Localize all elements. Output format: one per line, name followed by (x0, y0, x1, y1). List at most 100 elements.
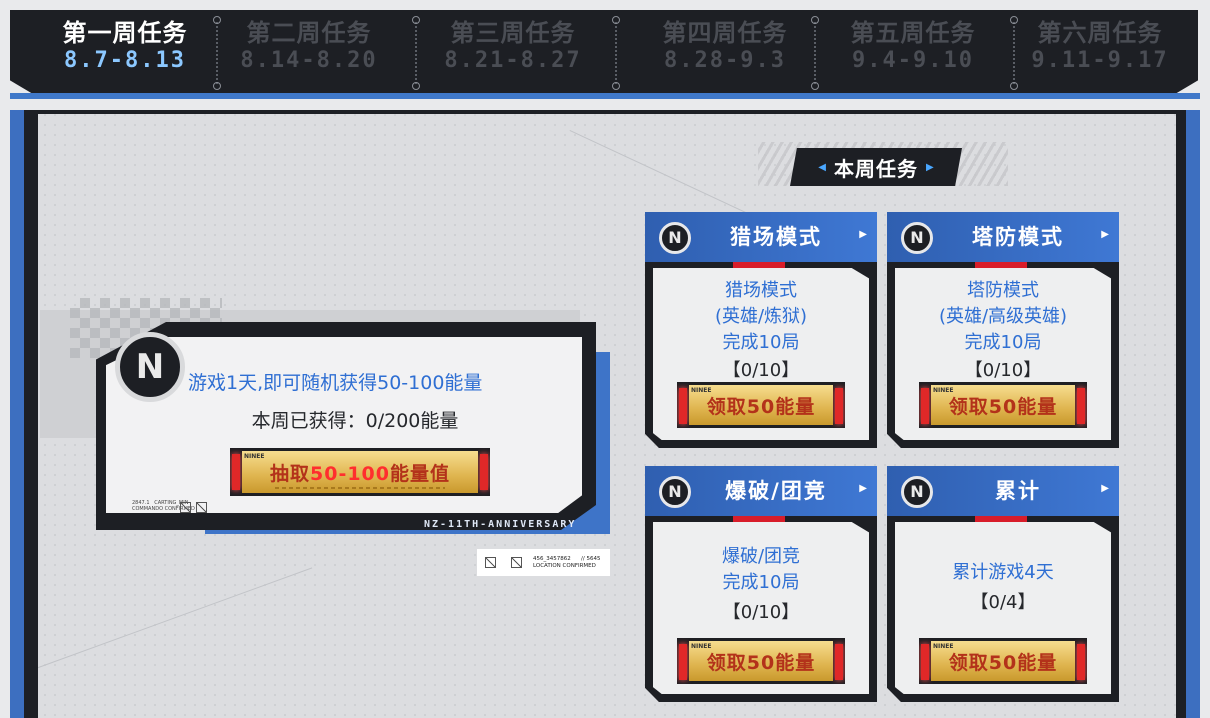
tab-divider (213, 16, 221, 90)
card-description: 猎场模式 (英雄/炼狱) 完成10局 (655, 278, 867, 356)
tab-title: 第一周任务 (62, 19, 188, 47)
right-arrow-icon: ▶ (926, 161, 934, 173)
button-brand-text: NINEE (933, 387, 954, 394)
location-code: 456_3457862 (533, 556, 571, 562)
button-red-light (1077, 644, 1085, 680)
play-arrow-icon[interactable]: ▶ (1101, 229, 1109, 240)
tab-divider (612, 16, 620, 90)
card-title: 猎场模式 (730, 225, 822, 249)
play-arrow-icon[interactable]: ▶ (859, 483, 867, 494)
location-status: LOCATION CONFIRMED (533, 563, 596, 569)
panel-frame-left (10, 110, 24, 718)
tab-week-6[interactable]: 第六周任务 9.11-9.17 (1015, 18, 1185, 74)
claim-energy-button[interactable]: 领取50能量 NINEE (677, 638, 845, 684)
tab-week-2[interactable]: 第二周任务 8.14-8.20 (224, 18, 394, 74)
button-red-light (679, 388, 687, 424)
weekly-tasks-header: ◀ 本周任务 ▶ (790, 148, 962, 186)
button-red-light (835, 388, 843, 424)
card-red-strip (975, 262, 1027, 268)
tab-week-5[interactable]: 第五周任务 9.4-9.10 (828, 18, 998, 74)
left-arrow-icon: ◀ (818, 161, 826, 173)
play-arrow-icon[interactable]: ▶ (1101, 483, 1109, 494)
card-title: 爆破/团竞 (725, 479, 827, 503)
claim-energy-label: 领取50能量 (948, 395, 1058, 418)
weekly-tasks-title: 本周任务 (834, 156, 918, 181)
tab-title: 第三周任务 (450, 19, 576, 47)
card-title: 累计 (995, 479, 1041, 503)
slash-box-icon (180, 502, 191, 513)
task-card-hunt: N 猎场模式 ▶ 猎场模式 (英雄/炼狱) 完成10局 【0/10】 领取50能… (645, 212, 877, 448)
task-card-cumulative: N 累计 ▶ 累计游戏4天 【0/4】 领取50能量 NINEE (887, 466, 1119, 702)
tab-dates: 9.4-9.10 (852, 48, 974, 73)
play-arrow-icon[interactable]: ▶ (859, 229, 867, 240)
slash-box-icon (196, 502, 207, 513)
panel-frame-right-inner (1176, 110, 1186, 718)
button-brand-text: NINEE (691, 387, 712, 394)
button-dash-decoration (275, 487, 445, 489)
panel-frame-right (1186, 110, 1200, 718)
slash-box-icon (511, 557, 522, 568)
draw-energy-button[interactable]: 抽取50-100能量值 NINEE (230, 448, 490, 496)
daily-progress-text: 本周已获得：0/200能量 (251, 410, 459, 432)
panel-frame-top (24, 110, 1186, 114)
button-red-light (1077, 388, 1085, 424)
button-red-light (921, 644, 929, 680)
tab-dates: 8.28-9.3 (664, 48, 786, 73)
nz-logo-icon: N (659, 476, 691, 508)
desc-line: (英雄/炼狱) (714, 306, 808, 327)
card-red-strip (733, 516, 785, 522)
tab-dates: 8.21-8.27 (444, 48, 582, 73)
tab-dates: 8.14-8.20 (240, 48, 378, 73)
button-red-light (921, 388, 929, 424)
tab-divider (412, 16, 420, 90)
draw-energy-label: 抽取50-100能量值 (269, 462, 451, 485)
slash-box-icon (485, 557, 496, 568)
desc-line: 累计游戏4天 (952, 562, 1054, 583)
location-index: // 5645 (581, 556, 601, 562)
tab-divider (811, 16, 819, 90)
task-card-tower-defense: N 塔防模式 ▶ 塔防模式 (英雄/高级英雄) 完成10局 【0/10】 领取5… (887, 212, 1119, 448)
claim-energy-button[interactable]: 领取50能量 NINEE (919, 638, 1087, 684)
claim-energy-button[interactable]: 领取50能量 NINEE (677, 382, 845, 428)
button-brand-text: NINEE (933, 643, 954, 650)
button-brand-text: NINEE (691, 643, 712, 650)
card-description: 塔防模式 (英雄/高级英雄) 完成10局 (897, 278, 1109, 356)
card-progress: 【0/4】 (970, 592, 1036, 613)
tab-dates: 9.11-9.17 (1031, 48, 1169, 73)
nz-logo-icon: N (115, 332, 185, 402)
card-description: 爆破/团竞 完成10局 (655, 544, 867, 596)
card-progress: 【0/10】 (722, 360, 800, 381)
tab-title: 第四周任务 (662, 19, 788, 47)
desc-line: 塔防模式 (967, 280, 1039, 301)
card-progress: 【0/10】 (722, 602, 800, 623)
claim-energy-button[interactable]: 领取50能量 NINEE (919, 382, 1087, 428)
button-brand-text: NINEE (244, 453, 265, 460)
desc-line: 完成10局 (722, 572, 800, 593)
tab-title: 第二周任务 (246, 19, 372, 47)
tab-week-1[interactable]: 第一周任务 8.7-8.13 (40, 18, 210, 74)
card-title: 塔防模式 (972, 225, 1064, 249)
button-red-light (835, 644, 843, 680)
panel-frame-left-inner (24, 110, 38, 718)
tab-title: 第六周任务 (1037, 19, 1163, 47)
claim-energy-label: 领取50能量 (948, 651, 1058, 674)
tab-dates: 8.7-8.13 (64, 48, 186, 73)
desc-line: 完成10局 (964, 332, 1042, 353)
nz-logo-icon: N (659, 222, 691, 254)
anniversary-footer: NZ-11TH-ANNIVERSARY (424, 519, 577, 530)
card-red-strip (975, 516, 1027, 522)
button-red-light (232, 454, 240, 490)
tab-title: 第五周任务 (850, 19, 976, 47)
button-red-light (679, 644, 687, 680)
nz-logo-icon: N (901, 222, 933, 254)
card-red-strip (733, 262, 785, 268)
tab-week-4[interactable]: 第四周任务 8.28-9.3 (640, 18, 810, 74)
claim-energy-label: 领取50能量 (706, 395, 816, 418)
nz-logo-icon: N (901, 476, 933, 508)
card-progress: 【0/10】 (964, 360, 1042, 381)
location-tag: 456_3457862 // 5645 LOCATION CONFIRMED (477, 549, 610, 576)
desc-line: 爆破/团竞 (721, 546, 801, 567)
desc-line: 完成10局 (722, 332, 800, 353)
tab-week-3[interactable]: 第三周任务 8.21-8.27 (428, 18, 598, 74)
claim-energy-label: 领取50能量 (706, 651, 816, 674)
